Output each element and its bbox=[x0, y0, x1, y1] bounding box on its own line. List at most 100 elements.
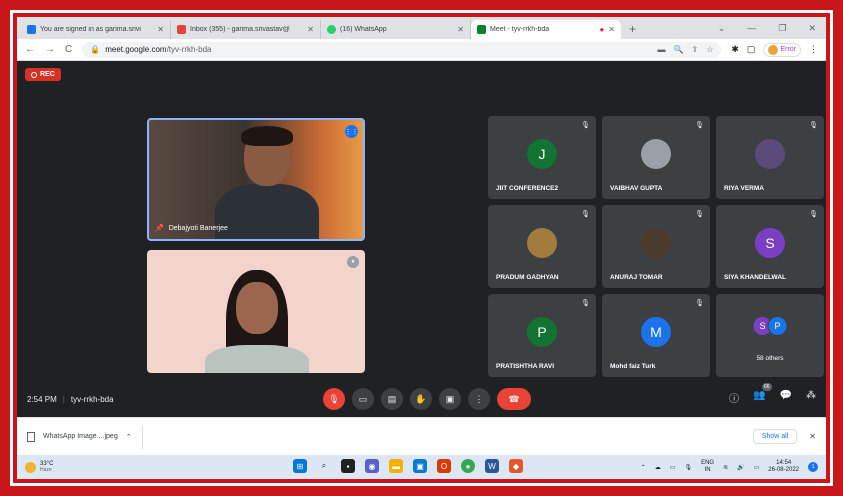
volume-icon[interactable]: 🔊 bbox=[737, 464, 744, 471]
side-panel-icon[interactable]: ▢ bbox=[747, 44, 756, 55]
notification-badge[interactable]: 1 bbox=[808, 462, 818, 472]
participant-tile[interactable]: 🎙 S SIYA KHANDELWAL bbox=[716, 205, 824, 288]
chat-icon[interactable]: 💬 bbox=[780, 390, 792, 405]
tab-title: Meet - tyv-rrkh-bda bbox=[490, 26, 550, 33]
others-label: 58 others bbox=[756, 355, 784, 362]
close-icon[interactable]: ✕ bbox=[809, 432, 816, 441]
mic-toggle-button[interactable]: 🎙 bbox=[323, 388, 345, 410]
chevron-down-icon[interactable]: ⌄ bbox=[718, 23, 726, 34]
participant-name: VAIBHAV GUPTA bbox=[610, 185, 663, 192]
close-icon[interactable]: ✕ bbox=[157, 25, 164, 34]
share-icon[interactable]: ⇪ bbox=[692, 45, 699, 54]
profile-button[interactable]: Error bbox=[763, 42, 801, 57]
tab-meet[interactable]: Meet - tyv-rrkh-bda ● ✕ bbox=[471, 20, 621, 39]
office-icon[interactable]: O bbox=[437, 459, 451, 473]
close-window-icon[interactable]: ✕ bbox=[808, 23, 816, 34]
people-icon[interactable]: 👥 66 bbox=[753, 383, 772, 405]
download-item[interactable]: WhatsApp Image....jpeg ⌃ bbox=[27, 424, 143, 449]
tab-signed-in[interactable]: You are signed in as garima.srivi ✕ bbox=[21, 20, 171, 39]
close-icon[interactable]: ✕ bbox=[457, 25, 464, 34]
url-input[interactable]: 🔒 meet.google.com/tyv-rrkh-bda ▬ 🔍 ⇪ ☆ bbox=[82, 41, 722, 58]
chrome-icon[interactable]: ● bbox=[461, 459, 475, 473]
restore-icon[interactable]: ❐ bbox=[778, 23, 786, 34]
more-options-button[interactable]: ⋮ bbox=[468, 388, 490, 410]
search-icon[interactable]: ⌕ bbox=[317, 459, 331, 473]
speaker-video-tile[interactable]: ⋮⋮ 📌 Debajyoti Banerjee bbox=[147, 118, 365, 241]
tab-title: Inbox (355) - garima.srivastav@ bbox=[190, 26, 290, 33]
participant-name: RIYA VERMA bbox=[724, 185, 764, 192]
chevron-up-icon[interactable]: ⌃ bbox=[641, 464, 646, 471]
file-icon bbox=[27, 431, 35, 442]
zoom-icon[interactable]: 🔍 bbox=[674, 45, 684, 54]
avatar bbox=[527, 228, 557, 258]
info-icon[interactable]: ⓘ bbox=[729, 390, 739, 405]
participant-tile[interactable]: 🎙 M Mohd faiz Turk bbox=[602, 294, 710, 377]
participant-name: JIIT CONFERENCE2 bbox=[496, 185, 559, 192]
clock[interactable]: 14:54 26-08-2022 bbox=[768, 460, 799, 474]
lang-bottom: IN bbox=[704, 467, 711, 473]
url-domain: meet.google.com bbox=[105, 45, 167, 54]
new-tab-icon[interactable]: + bbox=[621, 22, 644, 39]
meet-icon bbox=[477, 25, 486, 34]
camera-toggle-button[interactable]: ▭ bbox=[352, 388, 374, 410]
people-count-badge: 66 bbox=[761, 383, 772, 391]
close-icon[interactable]: ✕ bbox=[608, 25, 615, 34]
others-avatars: S P bbox=[752, 316, 788, 336]
mic-icon[interactable]: 🎙 bbox=[684, 464, 692, 471]
speaker-name: Debajyoti Banerjee bbox=[168, 224, 228, 232]
avatar bbox=[641, 139, 671, 169]
mic-off-icon: 🎙 bbox=[581, 211, 590, 218]
meet-stage: REC ⋮⋮ 📌 Debajyoti Banerjee ● 🎙 J JIIT C… bbox=[17, 62, 826, 417]
chevron-up-icon[interactable]: ⌃ bbox=[126, 433, 132, 441]
participant-tile[interactable]: 🎙 J JIIT CONFERENCE2 bbox=[488, 116, 596, 199]
speaker-name-label: 📌 Debajyoti Banerjee bbox=[155, 224, 228, 233]
avatar: P bbox=[527, 317, 557, 347]
leave-call-button[interactable]: ☎ bbox=[497, 388, 531, 410]
weather-widget[interactable]: 33°C Haze bbox=[25, 461, 53, 473]
reload-icon[interactable]: C bbox=[65, 44, 72, 55]
captions-button[interactable]: ▤ bbox=[381, 388, 403, 410]
show-all-button[interactable]: Show all bbox=[752, 429, 798, 444]
chat-app-icon[interactable]: ◉ bbox=[365, 459, 379, 473]
download-file-name: WhatsApp Image....jpeg bbox=[43, 433, 118, 440]
side-controls: ⓘ 👥 66 💬 ⁂ bbox=[729, 383, 816, 405]
activities-icon[interactable]: ⁂ bbox=[806, 390, 816, 405]
task-view-icon[interactable]: ▪ bbox=[341, 459, 355, 473]
menu-icon[interactable]: ⋮ bbox=[809, 44, 818, 55]
camera-icon[interactable]: ▬ bbox=[658, 45, 666, 54]
back-icon[interactable]: ← bbox=[25, 44, 35, 55]
onedrive-icon[interactable]: ☁ bbox=[655, 464, 661, 471]
recording-dot-icon: ● bbox=[599, 25, 605, 34]
monitor-icon[interactable]: ▭ bbox=[670, 464, 676, 471]
extensions-icon[interactable]: ✱ bbox=[731, 44, 739, 55]
participant-tile[interactable]: 🎙 PRADUM GADHYAN bbox=[488, 205, 596, 288]
forward-icon[interactable]: → bbox=[45, 44, 55, 55]
mic-off-icon: 🎙 bbox=[695, 211, 704, 218]
close-icon[interactable]: ✕ bbox=[307, 25, 314, 34]
tab-title: (16) WhatsApp bbox=[340, 26, 387, 33]
teams-icon[interactable]: W bbox=[485, 459, 499, 473]
participant-tile[interactable]: 🎙 ANURAJ TOMAR bbox=[602, 205, 710, 288]
store-icon[interactable]: ▣ bbox=[413, 459, 427, 473]
present-button[interactable]: ▣ bbox=[439, 388, 461, 410]
participant-tile[interactable]: 🎙 P PRATISHTHA RAVI bbox=[488, 294, 596, 377]
meeting-info: 2:54 PM | tyv-rrkh-bda bbox=[27, 395, 114, 404]
others-tile[interactable]: S P 58 others bbox=[716, 294, 824, 377]
language-indicator[interactable]: ENG IN bbox=[701, 460, 714, 474]
avatar: J bbox=[527, 139, 557, 169]
windows-start-icon[interactable]: ⊞ bbox=[293, 459, 307, 473]
self-video-tile[interactable]: ● bbox=[147, 250, 365, 373]
tab-gmail[interactable]: Inbox (355) - garima.srivastav@ ✕ bbox=[171, 20, 321, 39]
file-explorer-icon[interactable]: ▬ bbox=[389, 459, 403, 473]
star-icon[interactable]: ☆ bbox=[706, 45, 713, 54]
paint-icon[interactable]: ◆ bbox=[509, 459, 523, 473]
wifi-icon[interactable]: ≋ bbox=[723, 464, 728, 471]
participant-tile[interactable]: 🎙 VAIBHAV GUPTA bbox=[602, 116, 710, 199]
pin-icon[interactable]: 📌 bbox=[155, 224, 164, 232]
participant-tile[interactable]: 🎙 RIYA VERMA bbox=[716, 116, 824, 199]
tab-whatsapp[interactable]: (16) WhatsApp ✕ bbox=[321, 20, 471, 39]
raise-hand-button[interactable]: ✋ bbox=[410, 388, 432, 410]
minimize-icon[interactable]: — bbox=[747, 23, 756, 34]
battery-icon[interactable]: ▭ bbox=[754, 464, 760, 471]
clock-date: 26-08-2022 bbox=[768, 467, 799, 473]
